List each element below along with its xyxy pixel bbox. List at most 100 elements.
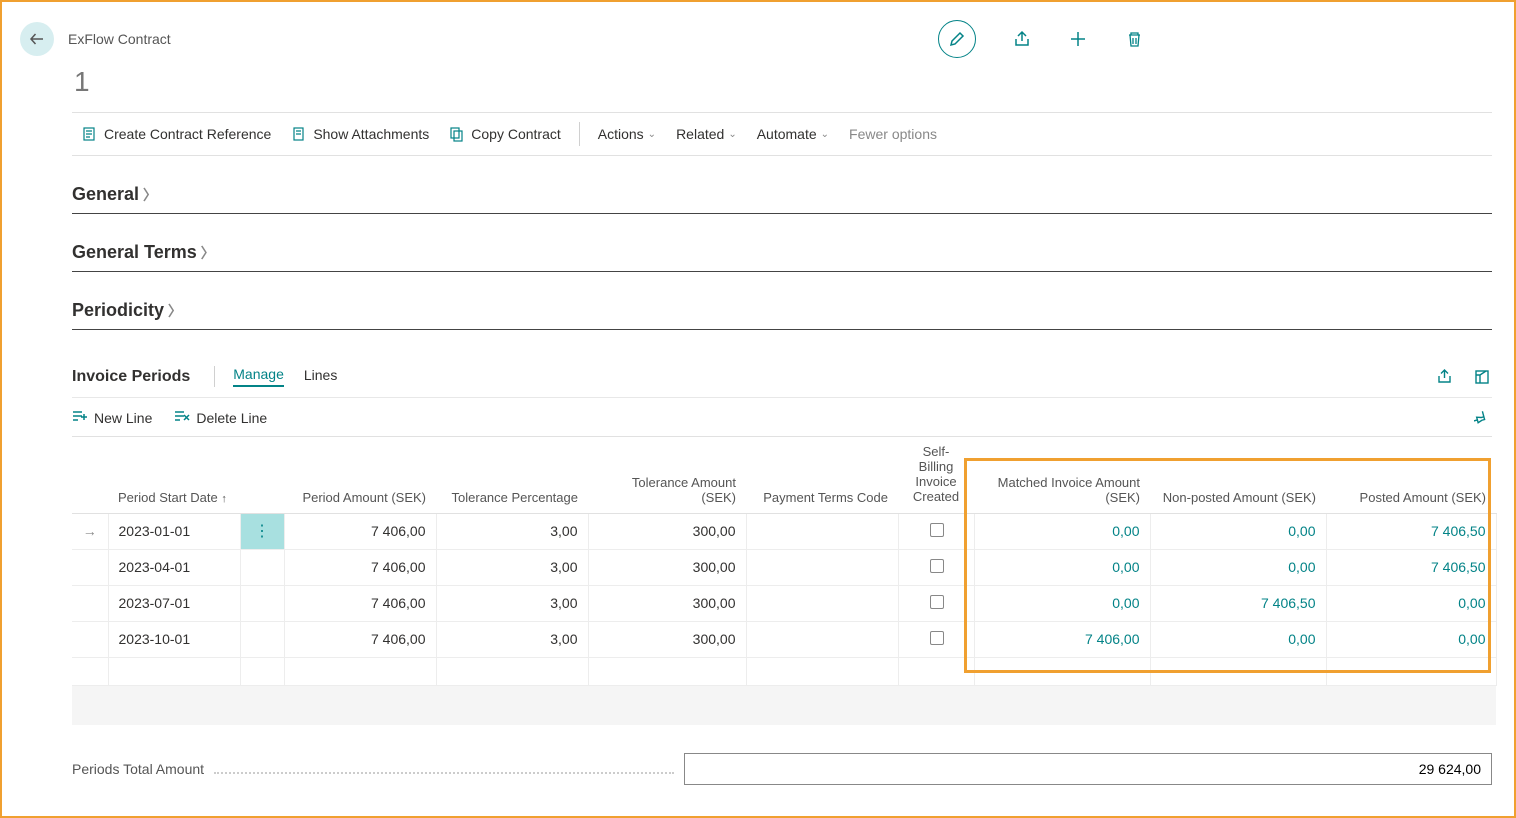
col-payment-terms[interactable]: Payment Terms Code bbox=[746, 437, 898, 513]
cell-posted[interactable]: 0,00 bbox=[1326, 621, 1496, 657]
cell-matched[interactable]: 0,00 bbox=[974, 549, 1150, 585]
row-menu-button[interactable] bbox=[240, 621, 284, 657]
cell-start-date[interactable]: 2023-04-01 bbox=[108, 549, 240, 585]
table-row-empty[interactable] bbox=[72, 657, 1496, 685]
col-matched[interactable]: Matched Invoice Amount (SEK) bbox=[974, 437, 1150, 513]
new-button[interactable] bbox=[1068, 29, 1088, 49]
cell-period-amount[interactable]: 7 406,00 bbox=[284, 585, 436, 621]
dropdown-label: Related bbox=[676, 126, 724, 142]
tab-manage[interactable]: Manage bbox=[233, 366, 284, 387]
create-contract-reference-button[interactable]: Create Contract Reference bbox=[72, 113, 281, 155]
cell-nonposted[interactable]: 0,00 bbox=[1150, 621, 1326, 657]
dots-separator bbox=[214, 764, 674, 774]
cell-tol-amount[interactable]: 300,00 bbox=[588, 585, 746, 621]
chevron-right-icon: 〉 bbox=[168, 301, 182, 321]
col-nonposted[interactable]: Non-posted Amount (SEK) bbox=[1150, 437, 1326, 513]
self-billing-checkbox[interactable] bbox=[930, 595, 944, 609]
invoice-periods-table: Period Start Date ↑ Period Amount (SEK) … bbox=[72, 437, 1497, 725]
self-billing-checkbox[interactable] bbox=[930, 559, 944, 573]
pin-button[interactable] bbox=[1472, 408, 1492, 428]
row-selector[interactable] bbox=[72, 585, 108, 621]
fewer-options-button[interactable]: Fewer options bbox=[839, 126, 947, 142]
cell-nonposted[interactable]: 7 406,50 bbox=[1150, 585, 1326, 621]
table-row[interactable]: →2023-01-01⋮7 406,003,00300,000,000,007 … bbox=[72, 513, 1496, 549]
cell-period-amount[interactable]: 7 406,00 bbox=[284, 621, 436, 657]
cell-payment-terms[interactable] bbox=[746, 585, 898, 621]
cell-nonposted[interactable]: 0,00 bbox=[1150, 549, 1326, 585]
share-button[interactable] bbox=[1012, 29, 1032, 49]
cell-tol-pct[interactable]: 3,00 bbox=[436, 513, 588, 549]
cmd-label: Copy Contract bbox=[471, 126, 560, 142]
automate-dropdown[interactable]: Automate ⌄ bbox=[747, 126, 839, 142]
tab-lines[interactable]: Lines bbox=[304, 367, 337, 386]
cell-posted[interactable]: 7 406,50 bbox=[1326, 549, 1496, 585]
cell-start-date[interactable]: 2023-07-01 bbox=[108, 585, 240, 621]
edit-button[interactable] bbox=[938, 20, 976, 58]
col-tolerance-amount[interactable]: Tolerance Amount (SEK) bbox=[588, 437, 746, 513]
expand-lines-button[interactable] bbox=[1472, 367, 1492, 387]
section-general-terms[interactable]: General Terms 〉 bbox=[72, 214, 1492, 272]
delete-line-button[interactable]: Delete Line bbox=[174, 410, 267, 427]
cell-matched[interactable]: 0,00 bbox=[974, 585, 1150, 621]
cell-start-date[interactable]: 2023-10-01 bbox=[108, 621, 240, 657]
cell-matched[interactable]: 0,00 bbox=[974, 513, 1150, 549]
totals-input[interactable] bbox=[684, 753, 1492, 785]
breadcrumb: ExFlow Contract bbox=[68, 31, 171, 47]
cell-self-billing[interactable] bbox=[898, 549, 974, 585]
row-menu-button[interactable]: ⋮ bbox=[240, 513, 284, 549]
actions-dropdown[interactable]: Actions ⌄ bbox=[588, 126, 666, 142]
cell-period-amount[interactable]: 7 406,00 bbox=[284, 513, 436, 549]
btn-label: New Line bbox=[94, 410, 152, 426]
row-selector[interactable] bbox=[72, 621, 108, 657]
cell-tol-pct[interactable]: 3,00 bbox=[436, 621, 588, 657]
cell-payment-terms[interactable] bbox=[746, 549, 898, 585]
row-selector[interactable] bbox=[72, 549, 108, 585]
section-label: Periodicity bbox=[72, 300, 164, 321]
self-billing-checkbox[interactable] bbox=[930, 631, 944, 645]
delete-button[interactable] bbox=[1124, 29, 1144, 49]
section-general[interactable]: General 〉 bbox=[72, 156, 1492, 214]
new-line-icon bbox=[72, 410, 88, 427]
cell-self-billing[interactable] bbox=[898, 621, 974, 657]
row-menu-button[interactable] bbox=[240, 549, 284, 585]
cell-posted[interactable]: 7 406,50 bbox=[1326, 513, 1496, 549]
col-period-amount[interactable]: Period Amount (SEK) bbox=[284, 437, 436, 513]
cell-nonposted[interactable]: 0,00 bbox=[1150, 513, 1326, 549]
cell-tol-pct[interactable]: 3,00 bbox=[436, 549, 588, 585]
section-periodicity[interactable]: Periodicity 〉 bbox=[72, 272, 1492, 330]
row-menu-button[interactable] bbox=[240, 585, 284, 621]
back-button[interactable] bbox=[20, 22, 54, 56]
show-attachments-button[interactable]: Show Attachments bbox=[281, 113, 439, 155]
chevron-down-icon: ⌄ bbox=[648, 129, 656, 140]
related-dropdown[interactable]: Related ⌄ bbox=[666, 126, 747, 142]
cell-payment-terms[interactable] bbox=[746, 513, 898, 549]
copy-contract-button[interactable]: Copy Contract bbox=[439, 113, 570, 155]
table-row[interactable]: 2023-04-017 406,003,00300,000,000,007 40… bbox=[72, 549, 1496, 585]
cell-tol-amount[interactable]: 300,00 bbox=[588, 621, 746, 657]
cell-tol-amount[interactable]: 300,00 bbox=[588, 513, 746, 549]
share-lines-button[interactable] bbox=[1434, 367, 1454, 387]
col-label: Period Start Date bbox=[118, 490, 218, 505]
cell-tol-pct[interactable]: 3,00 bbox=[436, 585, 588, 621]
table-row[interactable]: 2023-07-01 7 406,003,00300,00 0,007 406,50… bbox=[72, 585, 1496, 621]
cell-period-amount[interactable]: 7 406,00 bbox=[284, 549, 436, 585]
document-icon bbox=[82, 126, 98, 142]
section-label: General bbox=[72, 184, 139, 205]
col-tolerance-pct[interactable]: Tolerance Percentage bbox=[436, 437, 588, 513]
cell-posted[interactable]: 0,00 bbox=[1326, 585, 1496, 621]
table-row[interactable]: 2023-10-017 406,003,00300,007 406,000,00… bbox=[72, 621, 1496, 657]
cell-matched[interactable]: 7 406,00 bbox=[974, 621, 1150, 657]
col-self-billing[interactable]: Self-Billing Invoice Created bbox=[898, 437, 974, 513]
cell-self-billing[interactable] bbox=[898, 585, 974, 621]
cell-payment-terms[interactable] bbox=[746, 621, 898, 657]
row-selector[interactable]: → bbox=[72, 513, 108, 549]
self-billing-checkbox[interactable] bbox=[930, 523, 944, 537]
col-start-date[interactable]: Period Start Date ↑ bbox=[108, 437, 240, 513]
cell-self-billing[interactable] bbox=[898, 513, 974, 549]
new-line-button[interactable]: New Line bbox=[72, 410, 152, 427]
cell-start-date[interactable]: 2023-01-01 bbox=[108, 513, 240, 549]
subsection-title: Invoice Periods bbox=[72, 368, 190, 386]
btn-label: Delete Line bbox=[196, 410, 267, 426]
col-posted[interactable]: Posted Amount (SEK) bbox=[1326, 437, 1496, 513]
cell-tol-amount[interactable]: 300,00 bbox=[588, 549, 746, 585]
